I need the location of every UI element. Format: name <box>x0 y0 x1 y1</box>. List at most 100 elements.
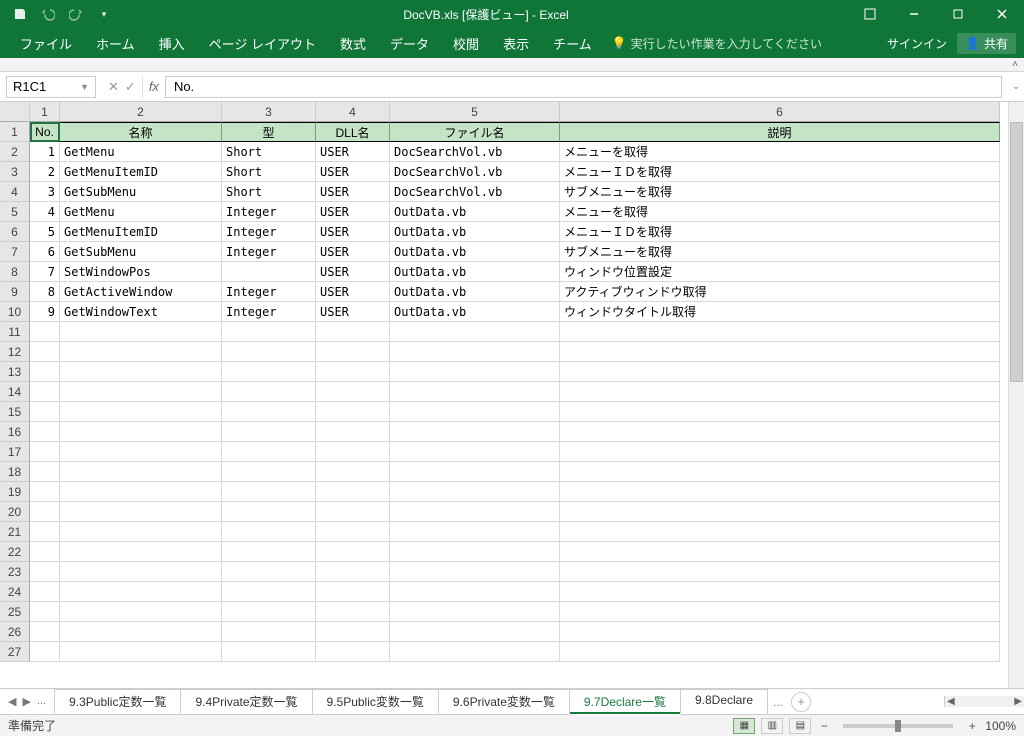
tab-nav-prev-icon[interactable]: ◀ <box>6 695 18 708</box>
close-icon[interactable] <box>980 0 1024 28</box>
cell[interactable] <box>30 502 60 522</box>
tab-more-label[interactable]: ... <box>773 695 783 709</box>
row-header[interactable]: 21 <box>0 522 30 542</box>
cell[interactable] <box>222 382 316 402</box>
cell[interactable] <box>316 382 390 402</box>
cell[interactable] <box>390 522 560 542</box>
vertical-scrollbar[interactable] <box>1008 102 1024 688</box>
cell[interactable] <box>222 342 316 362</box>
cell[interactable] <box>30 362 60 382</box>
view-normal-icon[interactable]: ▦ <box>733 718 755 734</box>
cell[interactable] <box>30 522 60 542</box>
cell[interactable]: DocSearchVol.vb <box>390 162 560 182</box>
tab-team[interactable]: チーム <box>541 28 604 58</box>
name-box[interactable]: R1C1 ▼ <box>6 76 96 98</box>
cell[interactable] <box>390 622 560 642</box>
cell[interactable]: Short <box>222 182 316 202</box>
cell[interactable] <box>60 322 222 342</box>
formula-input[interactable]: No. <box>165 76 1002 98</box>
cell[interactable] <box>390 542 560 562</box>
row-header[interactable]: 23 <box>0 562 30 582</box>
minimize-icon[interactable] <box>892 0 936 28</box>
cell[interactable]: SetWindowPos <box>60 262 222 282</box>
cell[interactable]: アクティブウィンドウ取得 <box>560 282 1000 302</box>
cell[interactable] <box>316 522 390 542</box>
cell[interactable]: OutData.vb <box>390 202 560 222</box>
row-header[interactable]: 12 <box>0 342 30 362</box>
cell[interactable]: OutData.vb <box>390 242 560 262</box>
cell[interactable] <box>560 582 1000 602</box>
cell[interactable]: サブメニューを取得 <box>560 242 1000 262</box>
zoom-level[interactable]: 100% <box>985 719 1016 733</box>
cell[interactable] <box>222 582 316 602</box>
cell[interactable] <box>30 462 60 482</box>
sheet-tab[interactable]: 9.4Private定数一覧 <box>180 689 312 715</box>
cell[interactable]: 3 <box>30 182 60 202</box>
cell[interactable] <box>30 582 60 602</box>
cell[interactable]: Integer <box>222 222 316 242</box>
row-header[interactable]: 26 <box>0 622 30 642</box>
row-header[interactable]: 6 <box>0 222 30 242</box>
row-header[interactable]: 4 <box>0 182 30 202</box>
cell[interactable] <box>30 442 60 462</box>
cell[interactable] <box>316 602 390 622</box>
cell[interactable] <box>30 562 60 582</box>
cell[interactable] <box>390 482 560 502</box>
view-pagelayout-icon[interactable]: ▥ <box>761 718 783 734</box>
cell[interactable] <box>390 462 560 482</box>
column-header[interactable]: 1 <box>30 102 60 122</box>
redo-icon[interactable] <box>66 4 86 24</box>
cell[interactable]: USER <box>316 282 390 302</box>
cell[interactable] <box>390 442 560 462</box>
row-header[interactable]: 25 <box>0 602 30 622</box>
sheet-tab[interactable]: 9.5Public変数一覧 <box>312 689 439 715</box>
cell[interactable]: USER <box>316 262 390 282</box>
cell[interactable] <box>60 622 222 642</box>
cell[interactable] <box>60 522 222 542</box>
cell[interactable] <box>30 322 60 342</box>
cell[interactable] <box>390 602 560 622</box>
cell[interactable] <box>222 362 316 382</box>
cell[interactable] <box>30 602 60 622</box>
cancel-formula-icon[interactable]: ✕ <box>108 79 119 95</box>
cell[interactable]: GetActiveWindow <box>60 282 222 302</box>
cell[interactable] <box>316 462 390 482</box>
cell[interactable]: 1 <box>30 142 60 162</box>
cell[interactable] <box>222 402 316 422</box>
cell[interactable] <box>60 482 222 502</box>
view-pagebreak-icon[interactable]: ▤ <box>789 718 811 734</box>
cell[interactable] <box>60 602 222 622</box>
column-header[interactable]: 4 <box>316 102 390 122</box>
table-header-cell[interactable]: 名称 <box>60 122 222 142</box>
cell[interactable] <box>30 402 60 422</box>
cell[interactable]: Integer <box>222 302 316 322</box>
cell[interactable]: メニューＩＤを取得 <box>560 162 1000 182</box>
row-header[interactable]: 14 <box>0 382 30 402</box>
zoom-out-button[interactable]: − <box>817 719 831 733</box>
cell[interactable] <box>60 342 222 362</box>
cell[interactable]: Short <box>222 162 316 182</box>
cell[interactable] <box>390 502 560 522</box>
cell[interactable]: OutData.vb <box>390 262 560 282</box>
cell[interactable] <box>316 562 390 582</box>
fx-icon[interactable]: fx <box>143 79 165 94</box>
row-header[interactable]: 10 <box>0 302 30 322</box>
row-header[interactable]: 16 <box>0 422 30 442</box>
cell[interactable] <box>560 322 1000 342</box>
tab-home[interactable]: ホーム <box>84 28 147 58</box>
cell[interactable]: メニューを取得 <box>560 202 1000 222</box>
expand-formula-icon[interactable]: ⌄ <box>1008 81 1024 92</box>
maximize-icon[interactable] <box>936 0 980 28</box>
row-header[interactable]: 24 <box>0 582 30 602</box>
cell[interactable]: OutData.vb <box>390 282 560 302</box>
cell[interactable] <box>316 582 390 602</box>
cell[interactable] <box>60 642 222 662</box>
select-all-corner[interactable] <box>0 102 30 122</box>
row-header[interactable]: 18 <box>0 462 30 482</box>
cell[interactable] <box>560 362 1000 382</box>
cell[interactable]: Integer <box>222 242 316 262</box>
cell[interactable] <box>316 622 390 642</box>
cell[interactable]: DocSearchVol.vb <box>390 142 560 162</box>
cell[interactable] <box>30 342 60 362</box>
row-header[interactable]: 27 <box>0 642 30 662</box>
